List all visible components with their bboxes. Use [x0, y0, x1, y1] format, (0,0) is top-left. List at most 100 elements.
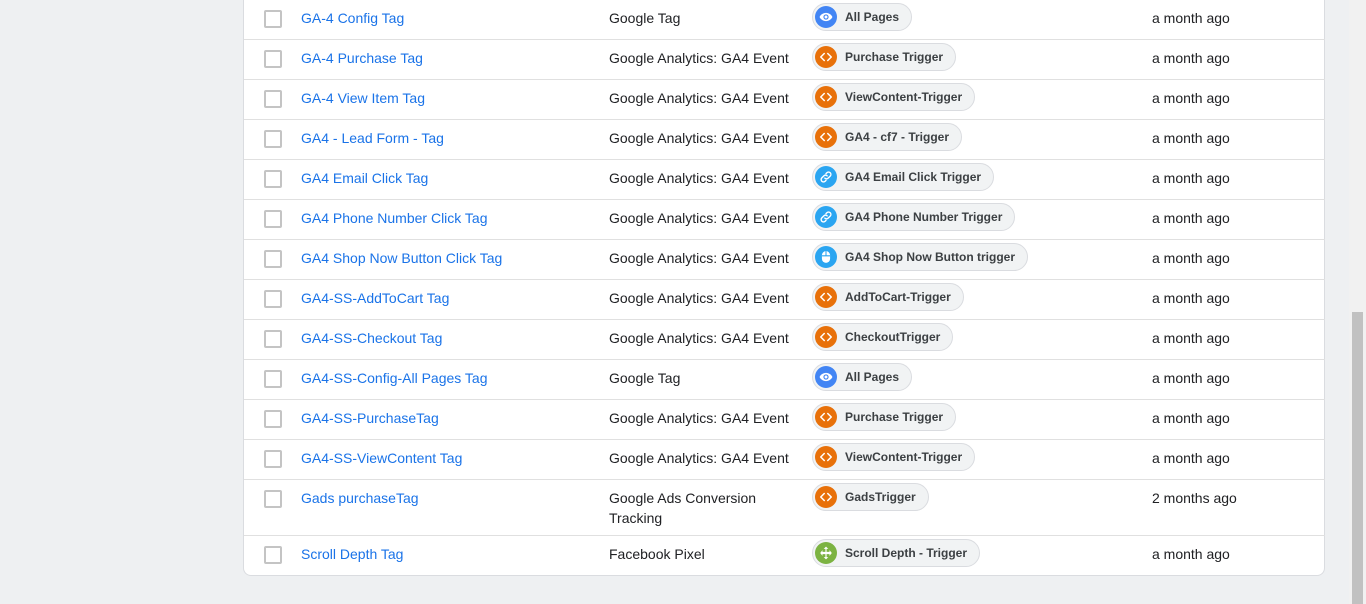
row-checkbox[interactable]	[264, 130, 282, 148]
mouse-icon	[815, 246, 837, 268]
tag-name-link[interactable]: GA4-SS-Config-All Pages Tag	[301, 368, 488, 388]
code-icon	[815, 406, 837, 428]
tag-name-link[interactable]: GA4-SS-Checkout Tag	[301, 328, 442, 348]
row-checkbox[interactable]	[264, 546, 282, 564]
trigger-chip[interactable]: GA4 Shop Now Button trigger	[812, 243, 1028, 271]
page-scrollbar[interactable]	[1349, 0, 1366, 604]
table-row: GA4 Phone Number Click Tag Google Analyti…	[244, 200, 1325, 240]
table-row: GA4-SS-Config-All Pages Tag Google Tag All…	[244, 360, 1325, 400]
tag-type: Google Analytics: GA4 Event	[609, 210, 789, 226]
row-checkbox[interactable]	[264, 210, 282, 228]
trigger-chip[interactable]: ViewContent-Trigger	[812, 83, 976, 111]
last-edited: a month ago	[1152, 450, 1230, 466]
tag-type: Google Tag	[609, 10, 681, 26]
trigger-label: GadsTrigger	[845, 490, 916, 504]
tag-type: Google Analytics: GA4 Event	[609, 330, 789, 346]
table-row: GA4-SS-PurchaseTag Google Analytics: GA4 …	[244, 400, 1325, 440]
last-edited: a month ago	[1152, 90, 1230, 106]
trigger-label: Purchase Trigger	[845, 410, 944, 424]
tag-name-link[interactable]: GA4 Email Click Tag	[301, 168, 428, 188]
table-row: GA-4 View Item Tag Google Analytics: GA4 …	[244, 80, 1325, 120]
table-row: GA-4 Purchase Tag Google Analytics: GA4 E…	[244, 40, 1325, 80]
link-icon	[815, 166, 837, 188]
row-checkbox[interactable]	[264, 330, 282, 348]
table-row: GA4-SS-AddToCart Tag Google Analytics: GA…	[244, 280, 1325, 320]
tag-type: Google Analytics: GA4 Event	[609, 130, 789, 146]
row-checkbox[interactable]	[264, 450, 282, 468]
tags-table: GA-4 Config Tag Google Tag All Pages a mont…	[243, 0, 1325, 576]
tag-name-link[interactable]: Scroll Depth Tag	[301, 544, 403, 564]
tag-type: Google Analytics: GA4 Event	[609, 170, 789, 186]
last-edited: a month ago	[1152, 250, 1230, 266]
tag-name-link[interactable]: GA4-SS-ViewContent Tag	[301, 448, 462, 468]
last-edited: a month ago	[1152, 330, 1230, 346]
scroll-arrows-icon	[815, 542, 837, 564]
table-row: GA4 Email Click Tag Google Analytics: GA4…	[244, 160, 1325, 200]
trigger-chip[interactable]: Purchase Trigger	[812, 43, 957, 71]
row-checkbox[interactable]	[264, 10, 282, 28]
tag-name-link[interactable]: Gads purchaseTag	[301, 488, 419, 508]
scrollbar-thumb[interactable]	[1352, 312, 1363, 604]
row-checkbox[interactable]	[264, 250, 282, 268]
row-checkbox[interactable]	[264, 170, 282, 188]
trigger-chip[interactable]: AddToCart-Trigger	[812, 283, 964, 311]
table-row: GA4 - Lead Form - Tag Google Analytics: G…	[244, 120, 1325, 160]
row-checkbox[interactable]	[264, 490, 282, 508]
last-edited: a month ago	[1152, 290, 1230, 306]
table-row: GA4 Shop Now Button Click Tag Google Anal…	[244, 240, 1325, 280]
trigger-label: GA4 Email Click Trigger	[845, 170, 982, 184]
trigger-label: ViewContent-Trigger	[845, 90, 963, 104]
last-edited: a month ago	[1152, 10, 1230, 26]
tag-type: Google Analytics: GA4 Event	[609, 450, 789, 466]
last-edited: a month ago	[1152, 370, 1230, 386]
tag-name-link[interactable]: GA4 Shop Now Button Click Tag	[301, 248, 502, 268]
tag-type: Google Analytics: GA4 Event	[609, 290, 789, 306]
trigger-chip[interactable]: Purchase Trigger	[812, 403, 957, 431]
code-icon	[815, 446, 837, 468]
trigger-chip[interactable]: CheckoutTrigger	[812, 323, 954, 351]
trigger-label: ViewContent-Trigger	[845, 450, 963, 464]
eye-icon	[815, 366, 837, 388]
trigger-label: GA4 Shop Now Button trigger	[845, 250, 1015, 264]
code-icon	[815, 126, 837, 148]
row-checkbox[interactable]	[264, 410, 282, 428]
row-checkbox[interactable]	[264, 290, 282, 308]
trigger-label: AddToCart-Trigger	[845, 290, 951, 304]
tag-name-link[interactable]: GA-4 Config Tag	[301, 8, 404, 28]
trigger-chip[interactable]: ViewContent-Trigger	[812, 443, 976, 471]
table-row: Gads purchaseTag Google Ads Conversion Tr…	[244, 480, 1325, 536]
trigger-chip[interactable]: GA4 - cf7 - Trigger	[812, 123, 963, 151]
last-edited: 2 months ago	[1152, 490, 1237, 506]
row-checkbox[interactable]	[264, 370, 282, 388]
trigger-chip[interactable]: All Pages	[812, 363, 913, 391]
tag-type: Facebook Pixel	[609, 546, 705, 562]
tag-name-link[interactable]: GA-4 View Item Tag	[301, 88, 425, 108]
code-icon	[815, 486, 837, 508]
trigger-label: GA4 Phone Number Trigger	[845, 210, 1003, 224]
trigger-label: All Pages	[845, 370, 900, 384]
tag-type: Google Analytics: GA4 Event	[609, 250, 789, 266]
trigger-chip[interactable]: GadsTrigger	[812, 483, 929, 511]
tag-name-link[interactable]: GA4 Phone Number Click Tag	[301, 208, 488, 228]
trigger-chip[interactable]: GA4 Phone Number Trigger	[812, 203, 1016, 231]
table-row: GA4-SS-ViewContent Tag Google Analytics: …	[244, 440, 1325, 480]
last-edited: a month ago	[1152, 170, 1230, 186]
last-edited: a month ago	[1152, 210, 1230, 226]
tag-name-link[interactable]: GA4-SS-AddToCart Tag	[301, 288, 449, 308]
trigger-label: Scroll Depth - Trigger	[845, 546, 968, 560]
trigger-chip[interactable]: GA4 Email Click Trigger	[812, 163, 995, 191]
row-checkbox[interactable]	[264, 50, 282, 68]
tag-name-link[interactable]: GA-4 Purchase Tag	[301, 48, 423, 68]
tag-name-link[interactable]: GA4-SS-PurchaseTag	[301, 408, 439, 428]
last-edited: a month ago	[1152, 546, 1230, 562]
trigger-label: All Pages	[845, 10, 900, 24]
last-edited: a month ago	[1152, 410, 1230, 426]
trigger-chip[interactable]: All Pages	[812, 3, 913, 31]
trigger-chip[interactable]: Scroll Depth - Trigger	[812, 539, 981, 567]
tag-name-link[interactable]: GA4 - Lead Form - Tag	[301, 128, 444, 148]
tag-type: Google Analytics: GA4 Event	[609, 90, 789, 106]
row-checkbox[interactable]	[264, 90, 282, 108]
table-row: GA4-SS-Checkout Tag Google Analytics: GA4…	[244, 320, 1325, 360]
code-icon	[815, 326, 837, 348]
table-row: Scroll Depth Tag Facebook Pixel Scroll Dep…	[244, 536, 1325, 578]
